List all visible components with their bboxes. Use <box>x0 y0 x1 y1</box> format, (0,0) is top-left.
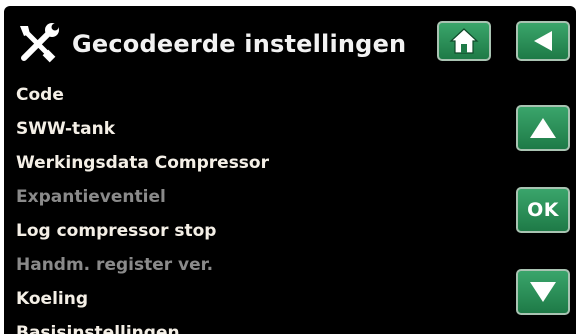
tools-icon <box>20 23 59 63</box>
down-button[interactable] <box>516 269 570 315</box>
down-arrow-icon <box>530 282 556 302</box>
menu-item-koeling[interactable]: Koeling <box>16 282 269 316</box>
home-button[interactable] <box>437 21 491 61</box>
back-button[interactable] <box>516 21 570 61</box>
menu-item-werkingsdata-compressor[interactable]: Werkingsdata Compressor <box>16 146 269 180</box>
ok-label: OK <box>527 199 559 221</box>
ok-button[interactable]: OK <box>516 187 570 233</box>
menu-item-label: Koeling <box>16 289 89 309</box>
back-arrow-icon <box>534 31 552 51</box>
display-screen: Gecodeerde instellingen OK Code SWW-tank… <box>4 6 576 334</box>
menu-item-label: Basisinstellingen <box>16 323 180 334</box>
up-arrow-icon <box>530 118 556 138</box>
home-icon <box>449 28 479 54</box>
menu-item-label: Log compressor stop <box>16 221 217 241</box>
page-title: Gecodeerde instellingen <box>72 30 407 58</box>
up-button[interactable] <box>516 105 570 151</box>
menu-item-label: Code <box>16 85 64 105</box>
menu-item-code[interactable]: Code <box>16 78 269 112</box>
menu-item-label: Handm. register ver. <box>16 255 214 275</box>
menu-item-log-compressor-stop[interactable]: Log compressor stop <box>16 214 269 248</box>
menu-item-sww-tank[interactable]: SWW-tank <box>16 112 269 146</box>
menu-item-expantieventiel: Expantieventiel <box>16 180 269 214</box>
menu-item-label: Expantieventiel <box>16 187 166 207</box>
settings-menu: Code SWW-tank Werkingsdata Compressor Ex… <box>16 78 269 334</box>
menu-item-basisinstellingen[interactable]: Basisinstellingen <box>16 316 269 334</box>
menu-item-label: SWW-tank <box>16 119 116 139</box>
menu-item-handm-register: Handm. register ver. <box>16 248 269 282</box>
menu-item-label: Werkingsdata Compressor <box>16 153 269 173</box>
